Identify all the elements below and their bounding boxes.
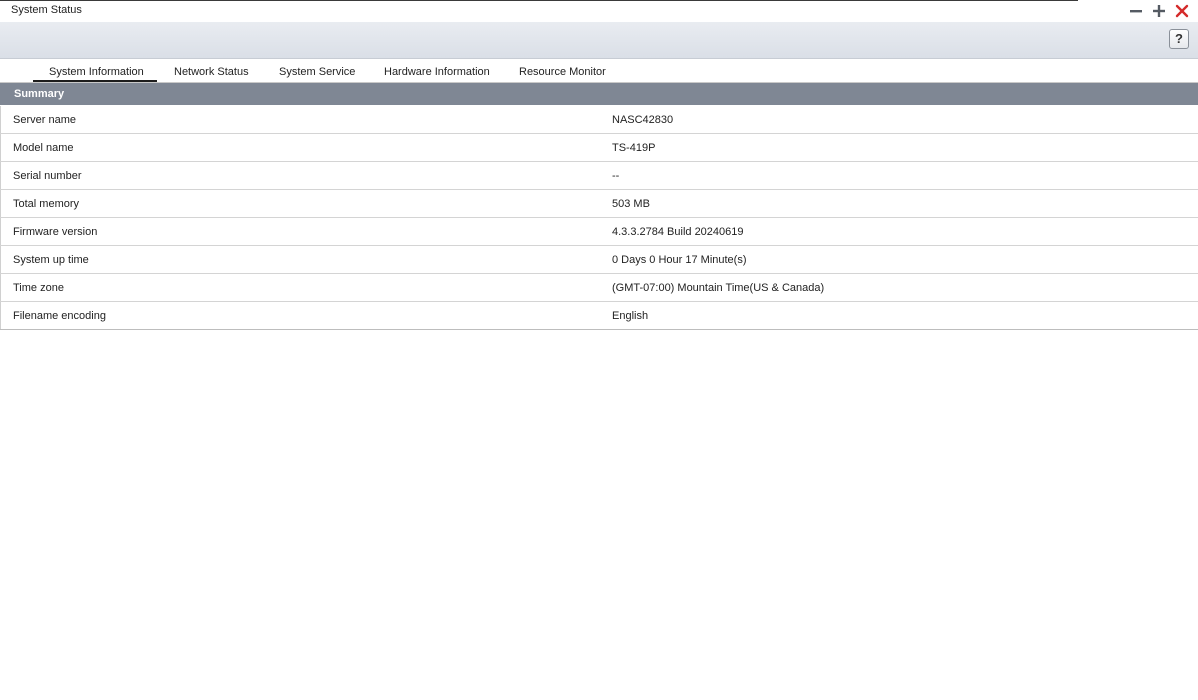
system-status-window: System Status ? System Information Netwo… — [0, 0, 1198, 700]
row-label: Server name — [13, 114, 76, 126]
row-value: English — [612, 310, 649, 322]
table-row-firmware-version: Firmware version 4.3.3.2784 Build 202406… — [0, 218, 1198, 246]
table-row-time-zone: Time zone (GMT-07:00) Mountain Time(US &… — [0, 274, 1198, 302]
table-row-filename-encoding: Filename encoding English — [0, 302, 1198, 330]
maximize-button[interactable] — [1151, 3, 1167, 19]
tab-hardware-information[interactable]: Hardware Information — [384, 66, 490, 78]
title-bar: System Status — [0, 0, 1198, 22]
table-row-system-up-time: System up time 0 Days 0 Hour 17 Minute(s… — [0, 246, 1198, 274]
summary-header: Summary — [0, 83, 1198, 105]
window-title: System Status — [11, 4, 82, 16]
row-label: Model name — [13, 142, 74, 154]
tab-system-service[interactable]: System Service — [279, 66, 355, 78]
row-label: System up time — [13, 254, 89, 266]
title-bar-border — [0, 0, 1078, 1]
row-label: Filename encoding — [13, 310, 106, 322]
row-value: NASC42830 — [612, 114, 674, 126]
active-tab-indicator — [33, 80, 157, 82]
row-value: 0 Days 0 Hour 17 Minute(s) — [612, 254, 747, 266]
row-value: TS-419P — [612, 142, 656, 154]
row-value: 503 MB — [612, 198, 650, 210]
table-row-model-name: Model name TS-419P — [0, 134, 1198, 162]
tab-resource-monitor[interactable]: Resource Monitor — [519, 66, 606, 78]
tab-system-information[interactable]: System Information — [49, 66, 144, 78]
table-row-serial-number: Serial number -- — [0, 162, 1198, 190]
minimize-button[interactable] — [1128, 3, 1144, 19]
row-value: 4.3.3.2784 Build 20240619 — [612, 226, 744, 238]
row-label: Total memory — [13, 198, 80, 210]
plus-icon — [1153, 5, 1165, 17]
row-label: Firmware version — [13, 226, 98, 238]
minus-icon — [1130, 10, 1142, 13]
table-row-total-memory: Total memory 503 MB — [0, 190, 1198, 218]
row-label: Serial number — [13, 170, 82, 182]
summary-header-label: Summary — [14, 88, 65, 100]
toolbar: ? — [0, 22, 1198, 59]
tab-network-status[interactable]: Network Status — [174, 66, 249, 78]
close-icon — [1175, 4, 1189, 18]
close-button[interactable] — [1174, 3, 1190, 19]
row-value: (GMT-07:00) Mountain Time(US & Canada) — [612, 282, 825, 294]
tab-bar: System Information Network Status System… — [0, 59, 1198, 83]
summary-table: Server name NASC42830 Model name TS-419P… — [0, 106, 1198, 330]
row-label: Time zone — [13, 282, 64, 294]
row-value: -- — [612, 170, 620, 182]
help-button[interactable]: ? — [1169, 29, 1189, 49]
table-row-server-name: Server name NASC42830 — [0, 106, 1198, 134]
window-controls — [1121, 3, 1190, 19]
